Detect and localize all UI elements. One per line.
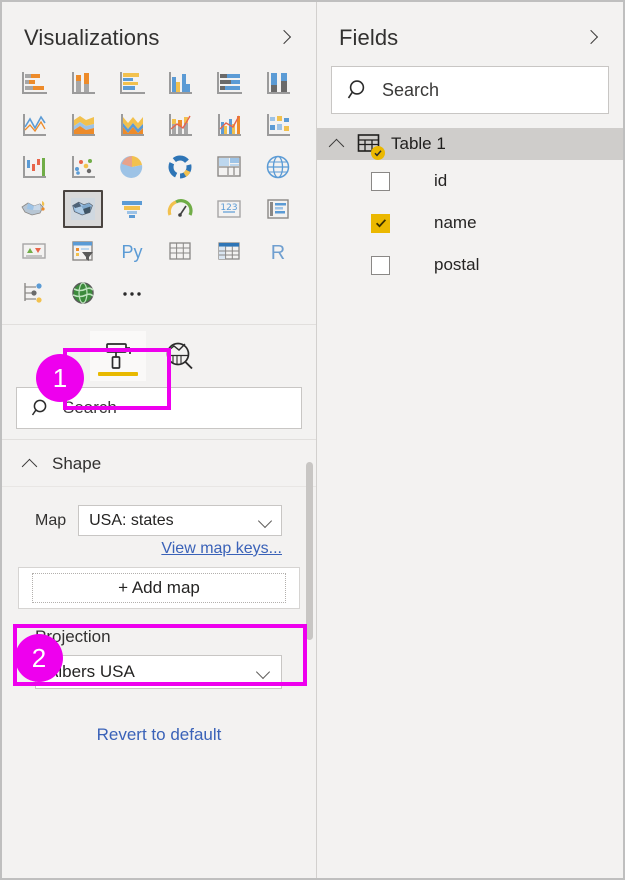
field-label-postal: postal — [434, 255, 480, 274]
format-pane-body: Shape Map USA: states View map keys... +… — [2, 439, 316, 831]
stacked-column-chart-icon[interactable] — [63, 64, 103, 102]
treemap-icon[interactable] — [209, 148, 249, 186]
map-property-row: Map USA: states — [2, 487, 316, 536]
chevron-right-icon[interactable] — [581, 28, 601, 48]
visual-type-gallery: 123 Py R — [2, 54, 316, 318]
map-label: Map — [35, 511, 67, 529]
field-checkbox-name[interactable] — [371, 213, 390, 233]
card-icon[interactable]: 123 — [209, 190, 249, 228]
funnel-chart-icon[interactable] — [112, 190, 152, 228]
chevron-up-icon[interactable] — [22, 458, 38, 470]
fields-table-name: Table 1 — [391, 134, 446, 153]
view-map-keys-row: View map keys... — [2, 536, 316, 558]
more-options-icon[interactable] — [112, 274, 152, 312]
field-checkbox-id[interactable] — [371, 171, 390, 191]
chevron-down-icon — [256, 665, 270, 679]
scatter-chart-icon[interactable] — [63, 148, 103, 186]
paint-roller-icon — [106, 343, 131, 369]
add-map-dropzone: + Add map — [18, 567, 300, 609]
field-row-id[interactable]: id — [317, 160, 623, 202]
map-dropdown-value: USA: states — [89, 511, 174, 529]
multi-row-card-icon[interactable] — [258, 190, 298, 228]
field-row-postal[interactable]: postal — [317, 244, 623, 286]
100-stacked-bar-chart-icon[interactable] — [209, 64, 249, 102]
stacked-area-chart-icon[interactable] — [112, 106, 152, 144]
r-script-visual-icon[interactable]: R — [258, 232, 298, 270]
chevron-up-icon[interactable] — [329, 138, 345, 150]
fields-pane: Fields Search Table 1 id name postal — [317, 2, 623, 878]
gauge-chart-icon[interactable] — [160, 190, 200, 228]
format-search-text: Search — [63, 398, 117, 417]
matrix-visual-icon[interactable] — [209, 232, 249, 270]
line-chart-icon[interactable] — [14, 106, 54, 144]
chevron-down-icon — [258, 514, 272, 528]
shape-map-icon[interactable] — [62, 190, 103, 228]
table-icon — [357, 133, 385, 160]
field-checkbox-postal[interactable] — [371, 255, 390, 275]
revert-to-default-link[interactable]: Revert to default — [97, 725, 222, 745]
search-icon — [347, 80, 365, 99]
waterfall-chart-icon[interactable] — [14, 148, 54, 186]
tab-analytics[interactable] — [152, 331, 208, 381]
pie-chart-icon[interactable] — [112, 148, 152, 186]
kpi-icon[interactable] — [14, 232, 54, 270]
clustered-bar-chart-icon[interactable] — [112, 64, 152, 102]
svg-text:R: R — [271, 242, 285, 264]
tab-format[interactable] — [90, 331, 146, 381]
stacked-bar-chart-icon[interactable] — [14, 64, 54, 102]
line-and-stacked-column-chart-icon[interactable] — [160, 106, 200, 144]
analytics-magnifier-icon — [166, 342, 193, 370]
fields-search-text: Search — [382, 79, 440, 100]
page-title: Visualizations — [24, 25, 160, 50]
map-dropdown[interactable]: USA: states — [78, 505, 282, 536]
filled-map-icon[interactable] — [14, 190, 54, 228]
checkmark-icon — [375, 219, 386, 228]
fields-table-row[interactable]: Table 1 — [317, 128, 623, 160]
shape-section-header[interactable]: Shape — [2, 440, 316, 487]
line-and-clustered-column-chart-icon[interactable] — [209, 106, 249, 144]
check-badge-icon — [371, 146, 385, 160]
field-label-name: name — [434, 213, 477, 232]
map-globe-icon[interactable] — [258, 148, 298, 186]
shape-section-title: Shape — [52, 454, 102, 473]
svg-text:Py: Py — [121, 242, 142, 262]
tab-format-underline — [98, 372, 138, 376]
callout-badge-2: 2 — [15, 634, 63, 682]
decomposition-tree-icon[interactable] — [14, 274, 54, 312]
format-pane-scrollbar[interactable] — [306, 462, 313, 640]
search-icon — [31, 399, 47, 416]
fields-title: Fields — [339, 25, 399, 50]
visualizations-header: Visualizations — [2, 2, 316, 54]
fields-search-input[interactable]: Search — [331, 66, 609, 114]
fields-header: Fields — [317, 2, 623, 54]
100-stacked-column-chart-icon[interactable] — [258, 64, 298, 102]
projection-dropdown[interactable]: Albers USA — [35, 655, 282, 689]
power-bi-panes: Visualizations 123 Py R Search Shape Map… — [0, 0, 625, 880]
arcgis-maps-icon[interactable] — [63, 274, 103, 312]
visualizations-pane: Visualizations 123 Py R Search Shape Map… — [2, 2, 317, 878]
clustered-column-chart-icon[interactable] — [160, 64, 200, 102]
view-map-keys-link[interactable]: View map keys... — [161, 540, 282, 558]
ribbon-chart-icon[interactable] — [258, 106, 298, 144]
table-visual-icon[interactable] — [160, 232, 200, 270]
donut-chart-icon[interactable] — [160, 148, 200, 186]
chevron-right-icon[interactable] — [274, 28, 294, 48]
area-chart-icon[interactable] — [63, 106, 103, 144]
revert-row: Revert to default — [2, 689, 316, 745]
field-row-name[interactable]: name — [317, 202, 623, 244]
python-visual-icon[interactable]: Py — [112, 232, 152, 270]
callout-badge-1: 1 — [36, 354, 84, 402]
add-map-button[interactable]: + Add map — [32, 573, 286, 603]
field-label-id: id — [434, 171, 448, 190]
slicer-icon[interactable] — [63, 232, 103, 270]
